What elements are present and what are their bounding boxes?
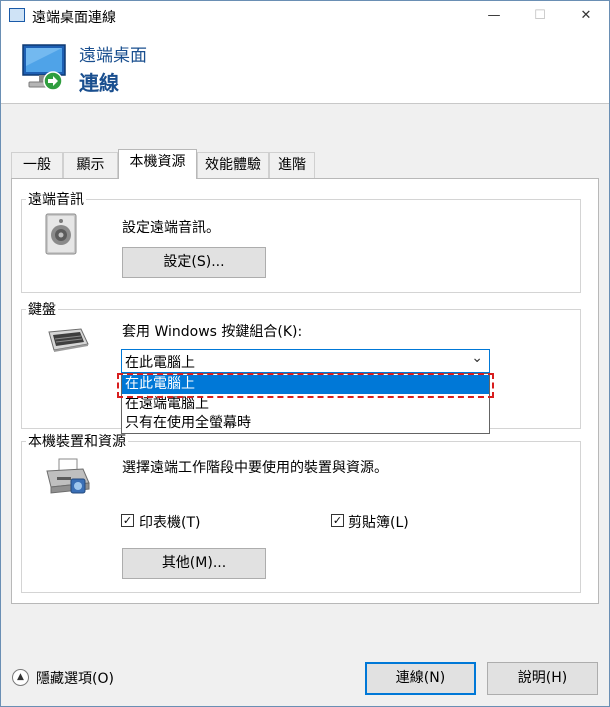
keyboard-description: 套用 Windows 按鍵組合(K): — [122, 324, 303, 340]
speaker-icon — [45, 213, 77, 255]
tab-advanced[interactable]: 進階 — [269, 152, 315, 178]
tab-display[interactable]: 顯示 — [63, 152, 118, 178]
minimize-button[interactable]: — — [471, 1, 517, 31]
title-bar[interactable]: 遠端桌面連線 — ☐ ✕ — [1, 1, 609, 31]
maximize-button[interactable]: ☐ — [517, 1, 563, 31]
collapse-options-icon[interactable]: ▲ — [12, 669, 29, 686]
more-devices-button[interactable]: 其他(M)... — [122, 548, 266, 579]
header-title-line2: 連線 — [79, 71, 119, 95]
printers-checkbox[interactable]: ✓ — [121, 514, 134, 527]
dropdown-option-fullscreen-only[interactable]: 只有在使用全螢幕時 — [122, 414, 489, 433]
devices-description: 選擇遠端工作階段中要使用的裝置與資源。 — [122, 460, 388, 476]
audio-description: 設定遠端音訊。 — [122, 220, 220, 236]
header-title-line1: 遠端桌面 — [79, 46, 147, 66]
remote-desktop-window: 遠端桌面連線 — ☐ ✕ 遠端桌面 連線 一般 顯示 本機資源 效能體驗 進階 … — [0, 0, 610, 707]
highlight-box — [117, 373, 494, 398]
header-banner: 遠端桌面 連線 — [1, 31, 609, 104]
clipboard-checkbox[interactable]: ✓ — [331, 514, 344, 527]
keyboard-legend: 鍵盤 — [28, 302, 56, 318]
local-devices-legend: 本機裝置和資源 — [28, 434, 126, 450]
printer-icon — [46, 458, 90, 494]
remote-audio-legend: 遠端音訊 — [28, 192, 84, 208]
clipboard-label[interactable]: 剪貼簿(L) — [348, 512, 409, 532]
keyboard-combo-select[interactable]: 在此電腦上 ⌄ — [121, 349, 490, 373]
audio-settings-button[interactable]: 設定(S)... — [122, 247, 266, 278]
app-icon — [9, 8, 25, 22]
tab-experience[interactable]: 效能體驗 — [197, 152, 269, 178]
remote-desktop-logo-icon — [22, 44, 66, 91]
close-button[interactable]: ✕ — [563, 1, 609, 31]
local-devices-group: 本機裝置和資源 — [21, 431, 581, 593]
window-title: 遠端桌面連線 — [32, 10, 116, 26]
connect-button[interactable]: 連線(N) — [365, 662, 476, 695]
help-button[interactable]: 說明(H) — [487, 662, 598, 695]
hide-options-link[interactable]: 隱藏選項(O) — [36, 668, 114, 688]
keyboard-icon — [48, 328, 89, 352]
remote-audio-group: 遠端音訊 — [21, 189, 581, 293]
tab-local-resources[interactable]: 本機資源 — [118, 149, 197, 179]
tab-general[interactable]: 一般 — [11, 152, 63, 178]
keyboard-combo-value: 在此電腦上 — [125, 355, 195, 371]
chevron-down-icon: ⌄ — [471, 350, 483, 366]
printers-label[interactable]: 印表機(T) — [139, 512, 200, 532]
